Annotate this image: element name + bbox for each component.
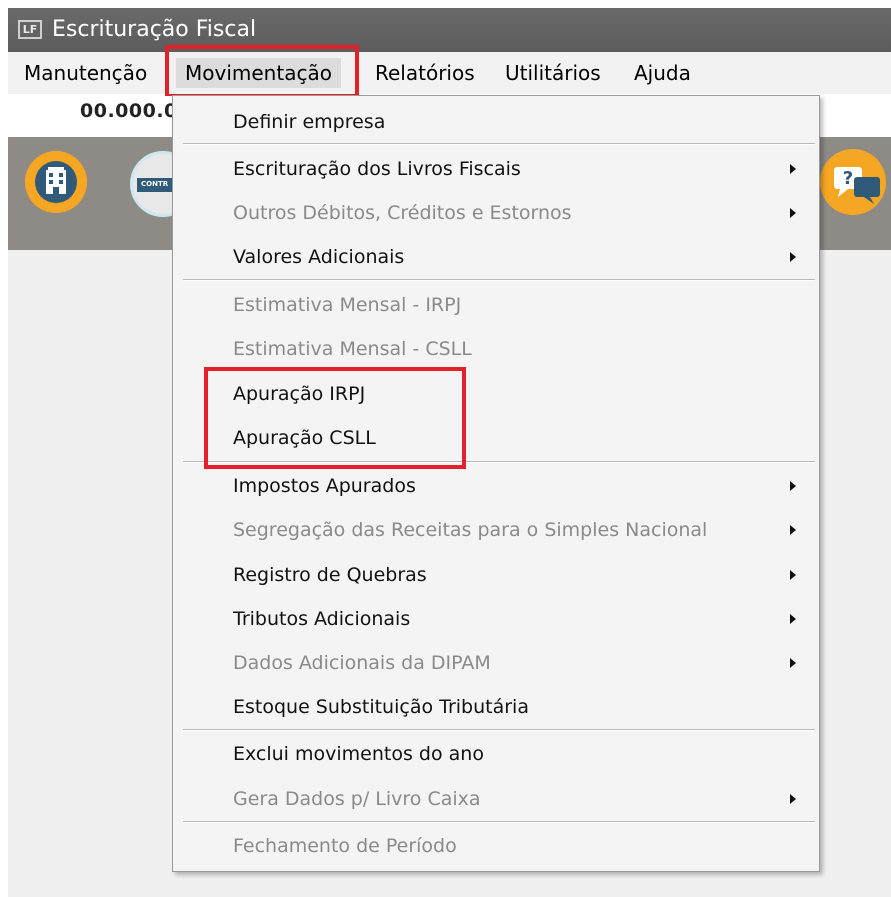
highlight-box-apuracao <box>204 367 466 469</box>
menu-exclui-movimentos[interactable]: Exclui movimentos do ano <box>233 741 484 767</box>
menu-registro-quebras[interactable]: Registro de Quebras <box>233 562 427 588</box>
submenu-arrow-icon <box>790 525 796 535</box>
help-chat-icon[interactable]: ? <box>820 149 886 215</box>
menu-gera-livro-caixa[interactable]: Gera Dados p/ Livro Caixa <box>233 786 481 812</box>
submenu-arrow-icon <box>790 570 796 580</box>
menu-ajuda[interactable]: Ajuda <box>634 58 691 88</box>
menu-definir-empresa[interactable]: Definir empresa <box>233 109 385 135</box>
separator <box>183 279 815 281</box>
menu-estimativa-csll[interactable]: Estimativa Mensal - CSLL <box>233 336 472 362</box>
window-title: Escrituração Fiscal <box>52 17 257 42</box>
menu-manutencao[interactable]: Manutenção <box>24 58 147 88</box>
menu-valores-adicionais[interactable]: Valores Adicionais <box>233 244 404 270</box>
menu-estoque-st[interactable]: Estoque Substituição Tributária <box>233 694 529 720</box>
movimentacao-dropdown: Definir empresa Escrituração dos Livros … <box>172 95 820 872</box>
menu-dados-dipam[interactable]: Dados Adicionais da DIPAM <box>233 650 491 676</box>
submenu-arrow-icon <box>790 208 796 218</box>
separator <box>183 729 815 731</box>
submenu-arrow-icon <box>790 164 796 174</box>
menu-utilitarios[interactable]: Utilitários <box>505 58 601 88</box>
menu-escrituracao-livros[interactable]: Escrituração dos Livros Fiscais <box>233 156 521 182</box>
submenu-arrow-icon <box>790 481 796 491</box>
separator <box>183 143 815 145</box>
building-icon[interactable] <box>25 151 87 213</box>
submenu-arrow-icon <box>790 658 796 668</box>
submenu-arrow-icon <box>790 614 796 624</box>
app-icon: LF <box>18 20 42 39</box>
menu-impostos-apurados[interactable]: Impostos Apurados <box>233 473 416 499</box>
menu-fechamento-periodo[interactable]: Fechamento de Período <box>233 833 457 859</box>
help-chat-icon-graphic: ? <box>820 149 886 215</box>
controle-label: CONTR <box>141 180 169 188</box>
title-bar: LF Escrituração Fiscal <box>8 8 891 52</box>
menu-relatorios[interactable]: Relatórios <box>375 58 475 88</box>
menu-bar: Manutenção Movimentação Relatórios Utili… <box>8 52 891 94</box>
menu-tributos-adicionais[interactable]: Tributos Adicionais <box>233 606 410 632</box>
building-icon-graphic <box>25 151 87 213</box>
submenu-arrow-icon <box>790 252 796 262</box>
svg-text:?: ? <box>843 168 853 189</box>
company-code: 00.000.0 <box>80 100 178 122</box>
separator <box>183 821 815 823</box>
menu-estimativa-irpj[interactable]: Estimativa Mensal - IRPJ <box>233 292 461 318</box>
menu-outros-debitos[interactable]: Outros Débitos, Créditos e Estornos <box>233 200 572 226</box>
submenu-arrow-icon <box>790 794 796 804</box>
highlight-box-movimentacao <box>165 45 359 98</box>
menu-segregacao-receitas[interactable]: Segregação das Receitas para o Simples N… <box>233 517 707 543</box>
